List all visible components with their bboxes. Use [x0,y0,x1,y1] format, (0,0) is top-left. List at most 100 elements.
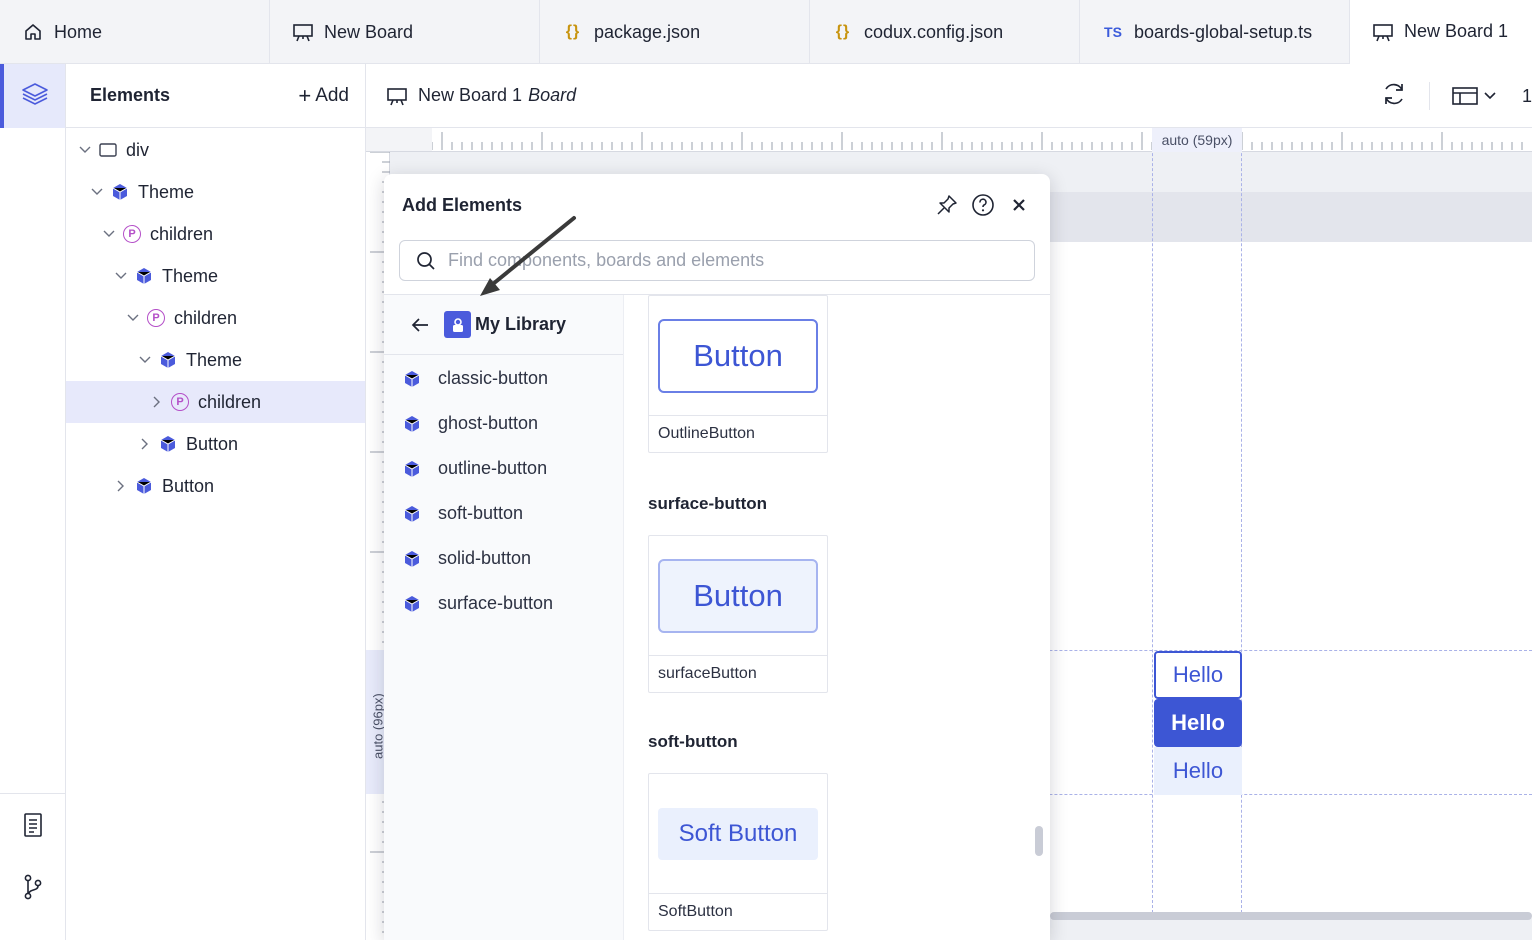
layers-button[interactable] [0,64,65,128]
component-icon [402,459,422,479]
close-button[interactable] [1006,192,1032,218]
tree-node-button[interactable]: Button [66,423,365,465]
horizontal-ruler [431,128,1532,152]
tab-label: boards-global-setup.ts [1134,21,1313,42]
tree-node-label: Theme [138,181,195,202]
pin-icon [937,195,957,215]
add-elements-panel: Add Elements My Library [384,174,1050,940]
elements-title: Elements [90,85,171,105]
add-label: Add [315,84,349,106]
back-button[interactable] [410,315,430,335]
arrow-left-icon [411,317,428,332]
chevron-down-icon[interactable] [78,143,92,157]
library-icon [444,311,471,338]
chevron-right-icon[interactable] [114,479,128,493]
git-branch-icon [22,873,44,906]
tree-node-theme[interactable]: Theme [66,171,365,213]
tree-node-children[interactable]: P children [66,297,365,339]
zoom-level[interactable]: 1 [1522,86,1532,107]
tab-label: Home [54,21,103,42]
card-preview: Button [649,536,827,656]
component-icon [402,504,422,524]
close-icon [1013,199,1025,211]
tree-node-children-selected[interactable]: P children [66,381,365,423]
tab-codux-config[interactable]: {} codux.config.json [810,0,1080,64]
tree-node-label: div [126,139,150,160]
board-subtitle: Board [528,85,577,105]
component-card-surface[interactable]: Button surfaceButton [648,535,828,693]
component-icon [402,369,422,389]
chevron-right-icon[interactable] [138,437,152,451]
chevron-right-icon[interactable] [150,395,164,409]
pin-button[interactable] [934,192,960,218]
vertical-scrollbar[interactable] [1035,826,1043,856]
list-item-label: outline-button [438,458,548,478]
list-item-surface-button[interactable]: surface-button [384,581,624,626]
document-icon [22,812,44,843]
refresh-icon [1385,83,1403,104]
tab-label: New Board [324,21,414,42]
tab-label: codux.config.json [864,21,1004,42]
component-grid: Button OutlineButton surface-button Butt… [625,295,1050,940]
preview-outline-button[interactable]: Hello [1154,651,1242,699]
add-elements-header: Add Elements [384,174,1050,236]
component-card-outline[interactable]: Button OutlineButton [648,295,828,453]
list-item-label: soft-button [438,503,524,523]
tab-label: New Board 1 [1404,21,1509,41]
left-rail [0,64,66,940]
chevron-down-icon[interactable] [114,269,128,283]
tree-node-label: children [174,307,238,328]
horizontal-scrollbar[interactable] [1050,912,1532,920]
add-element-button[interactable]: + Add [298,83,349,109]
add-elements-title: Add Elements [402,194,523,215]
layout-dropdown[interactable] [1452,86,1496,106]
preview-solid-button[interactable]: Hello [1154,699,1242,747]
help-button[interactable] [970,192,996,218]
library-name: My Library [475,314,567,334]
chevron-down-icon[interactable] [90,185,104,199]
ts-icon: TS [1104,24,1122,40]
list-item-label: ghost-button [438,413,539,433]
component-card-soft[interactable]: Soft Button SoftButton [648,773,828,931]
width-label: auto (59px) [1152,128,1242,152]
chevron-down-icon[interactable] [102,227,116,241]
list-item-label: surface-button [438,593,554,613]
json-icon: {} [835,23,851,40]
div-icon [98,140,118,160]
list-item-soft-button[interactable]: soft-button [384,491,624,536]
guide-line [1152,128,1153,918]
tab-new-board[interactable]: New Board [270,0,540,64]
tree-node-div[interactable]: div [66,129,365,171]
tab-new-board-1[interactable]: New Board 1 [1350,0,1532,64]
component-icon [402,594,422,614]
component-icon [134,266,154,286]
chevron-down-icon[interactable] [126,311,140,325]
tab-boards-global-setup[interactable]: TS boards-global-setup.ts [1080,0,1350,64]
list-item-label: classic-button [438,368,549,388]
tree-node-children[interactable]: P children [66,213,365,255]
search-box[interactable] [399,240,1035,281]
search-icon [417,251,435,270]
list-item-solid-button[interactable]: solid-button [384,536,624,581]
plus-icon: + [298,82,312,108]
tree-node-theme[interactable]: Theme [66,255,365,297]
list-item-outline-button[interactable]: outline-button [384,446,624,491]
list-item-classic-button[interactable]: classic-button [384,356,624,401]
prop-icon: P [146,308,166,328]
tree-node-button[interactable]: Button [66,465,365,507]
search-input[interactable] [448,250,1008,271]
list-item-ghost-button[interactable]: ghost-button [384,401,624,446]
chevron-down-icon[interactable] [138,353,152,367]
board-icon [386,86,408,106]
tab-home[interactable]: Home [0,0,270,64]
tree-node-theme[interactable]: Theme [66,339,365,381]
layers-icon [20,80,50,113]
preview-soft-button[interactable]: Hello [1154,747,1242,795]
tab-package-json[interactable]: {} package.json [540,0,810,64]
list-item-label: solid-button [438,548,532,568]
pages-button[interactable] [18,812,48,842]
card-caption: surfaceButton [658,665,757,682]
refresh-button[interactable] [1381,81,1407,112]
git-button[interactable] [18,874,48,904]
tab-label: package.json [594,21,701,42]
